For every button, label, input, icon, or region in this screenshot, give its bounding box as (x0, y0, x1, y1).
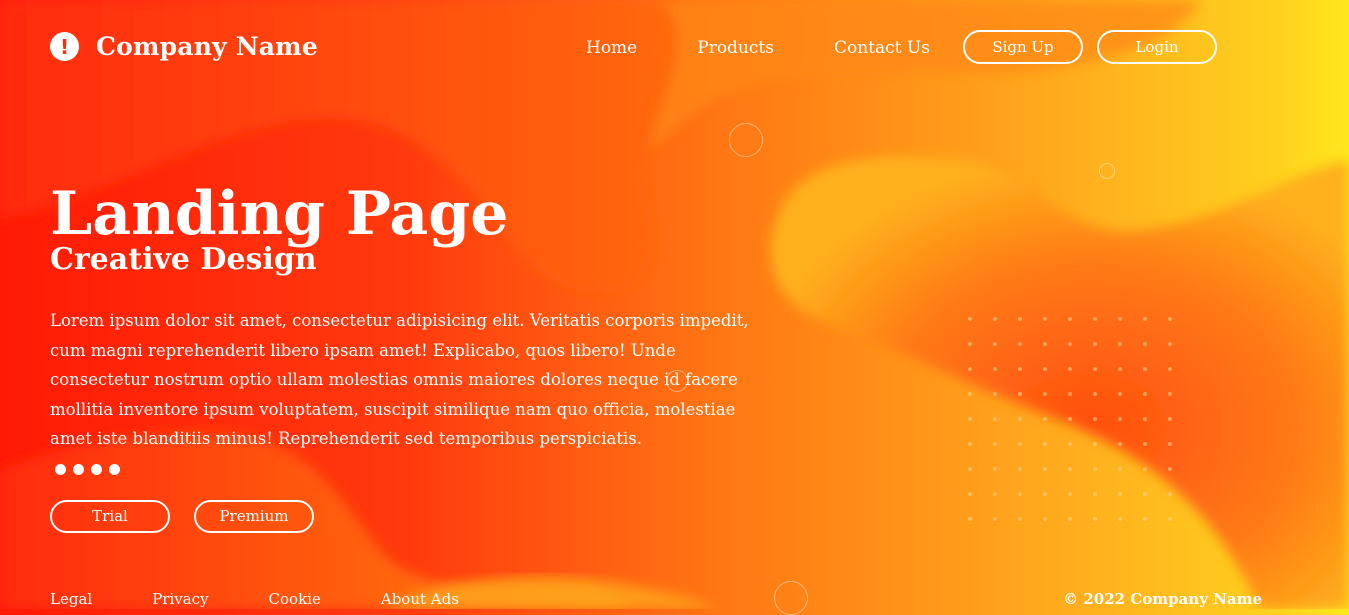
dots-decoration (50, 463, 770, 475)
login-button[interactable]: Login (1097, 30, 1217, 64)
exclamation-icon: ! (50, 32, 79, 61)
nav-item-products[interactable]: Products (697, 38, 774, 58)
footer-links: Legal Privacy Cookie About Ads (50, 590, 519, 608)
site-header: ! Company Name Home Products Contact Us … (50, 28, 1220, 68)
brand-name: Company Name (96, 32, 318, 61)
hero-section: Landing Page Creative Design Lorem ipsum… (50, 180, 770, 533)
cta-buttons: Trial Premium (50, 499, 770, 533)
copyright-text: © 2022 Company Name (1063, 590, 1262, 608)
dot-pattern (966, 315, 1182, 525)
hero-title: Landing Page (50, 179, 509, 249)
footer-link-legal[interactable]: Legal (50, 590, 92, 608)
nav-item-contact[interactable]: Contact Us (834, 38, 930, 58)
decorative-circle (1099, 163, 1115, 179)
dot (55, 463, 66, 475)
decorative-circle (729, 123, 763, 157)
site-footer: Legal Privacy Cookie About Ads © 2022 Co… (50, 588, 1262, 610)
dot (109, 463, 120, 475)
brand-logo[interactable]: ! Company Name (50, 32, 318, 61)
main-nav: Home Products Contact Us (586, 38, 930, 58)
footer-link-cookie[interactable]: Cookie (269, 590, 321, 608)
footer-link-privacy[interactable]: Privacy (152, 590, 208, 608)
nav-item-home[interactable]: Home (586, 38, 637, 58)
dot (73, 463, 84, 475)
auth-buttons: Sign Up Login (963, 30, 1217, 64)
premium-button[interactable]: Premium (194, 499, 314, 533)
footer-link-about-ads[interactable]: About Ads (381, 590, 459, 608)
trial-button[interactable]: Trial (50, 499, 170, 533)
hero-description: Lorem ipsum dolor sit amet, consectetur … (50, 311, 749, 449)
dot (91, 463, 102, 475)
signup-button[interactable]: Sign Up (963, 30, 1083, 64)
